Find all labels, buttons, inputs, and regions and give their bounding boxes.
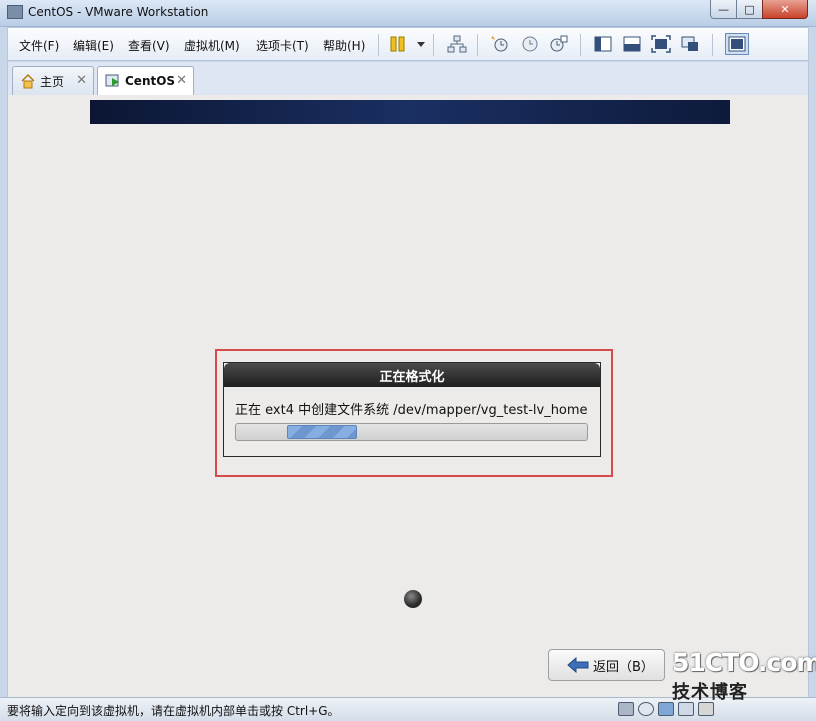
menu-edit[interactable]: 编辑(E) xyxy=(73,37,114,54)
fullscreen-icon[interactable] xyxy=(651,35,671,53)
vm-running-icon xyxy=(105,73,121,89)
dialog-title: 正在格式化 xyxy=(224,363,600,387)
tab-centos-close-icon[interactable]: ✕ xyxy=(176,73,187,88)
close-window-button[interactable]: ✕ xyxy=(762,0,808,19)
minimize-button[interactable]: — xyxy=(710,0,737,19)
tab-centos-label: CentOS xyxy=(125,74,176,88)
window-titlebar: CentOS - VMware Workstation — □ ✕ xyxy=(0,0,816,27)
menu-vm[interactable]: 虚拟机(M) xyxy=(184,37,240,54)
back-arrow-icon xyxy=(567,656,589,674)
dialog-message: 正在 ext4 中创建文件系统 /dev/mapper/vg_test-lv_h… xyxy=(235,403,588,418)
tab-home[interactable]: 主页 ✕ xyxy=(12,66,94,95)
home-icon xyxy=(20,73,36,89)
busy-cursor-icon xyxy=(404,590,422,608)
menu-toolbar: 文件(F) 编辑(E) 查看(V) 虚拟机(M) 选项卡(T) 帮助(H) xyxy=(7,27,809,61)
progress-bar xyxy=(235,423,588,441)
toolbar-separator xyxy=(712,34,713,56)
cdrom-icon[interactable] xyxy=(638,702,654,716)
vmware-app-icon xyxy=(7,5,23,19)
menu-file[interactable]: 文件(F) xyxy=(19,37,59,54)
tab-home-label: 主页 xyxy=(40,74,65,89)
status-message: 要将输入定向到该虚拟机，请在虚拟机内部单击或按 Ctrl+G。 xyxy=(7,704,340,718)
menu-help[interactable]: 帮助(H) xyxy=(323,37,365,54)
tab-home-close-icon[interactable]: ✕ xyxy=(76,73,87,88)
toolbar-separator xyxy=(378,34,379,56)
snapshot-take-icon[interactable] xyxy=(490,35,510,53)
tab-bar: 主页 ✕ CentOS ✕ xyxy=(7,62,809,95)
pause-icon[interactable] xyxy=(388,35,408,53)
sound-icon[interactable] xyxy=(698,702,714,716)
sidebar-icon[interactable] xyxy=(593,35,613,53)
hard-disk-icon[interactable] xyxy=(618,702,634,716)
toolbar-separator xyxy=(477,34,478,56)
formatting-dialog: 正在格式化 正在 ext4 中创建文件系统 /dev/mapper/vg_tes… xyxy=(223,362,601,457)
network-icon[interactable] xyxy=(447,35,467,53)
snapshot-revert-icon[interactable] xyxy=(520,35,540,53)
usb-icon[interactable] xyxy=(678,702,694,716)
menu-tabs[interactable]: 选项卡(T) xyxy=(256,37,309,54)
progress-bar-fill xyxy=(287,425,357,439)
back-button-label: 返回（B） xyxy=(593,659,654,675)
maximize-button[interactable]: □ xyxy=(736,0,763,19)
library-icon[interactable] xyxy=(725,33,749,55)
menu-view[interactable]: 查看(V) xyxy=(128,37,170,54)
unity-icon[interactable] xyxy=(680,35,700,53)
back-button[interactable]: 返回（B） xyxy=(548,649,665,681)
dropdown-icon[interactable] xyxy=(411,35,425,53)
toolbar-separator xyxy=(580,34,581,56)
snapshot-manager-icon[interactable] xyxy=(548,35,568,53)
console-view-icon[interactable] xyxy=(622,35,642,53)
toolbar-separator xyxy=(433,34,434,56)
status-bar: 要将输入定向到该虚拟机，请在虚拟机内部单击或按 Ctrl+G。 xyxy=(0,697,816,721)
window-title: CentOS - VMware Workstation xyxy=(28,5,209,19)
vm-console[interactable]: 正在格式化 正在 ext4 中创建文件系统 /dev/mapper/vg_tes… xyxy=(7,95,809,697)
tab-centos[interactable]: CentOS ✕ xyxy=(97,66,194,95)
network-adapter-icon[interactable] xyxy=(658,702,674,716)
installer-banner xyxy=(90,100,730,124)
